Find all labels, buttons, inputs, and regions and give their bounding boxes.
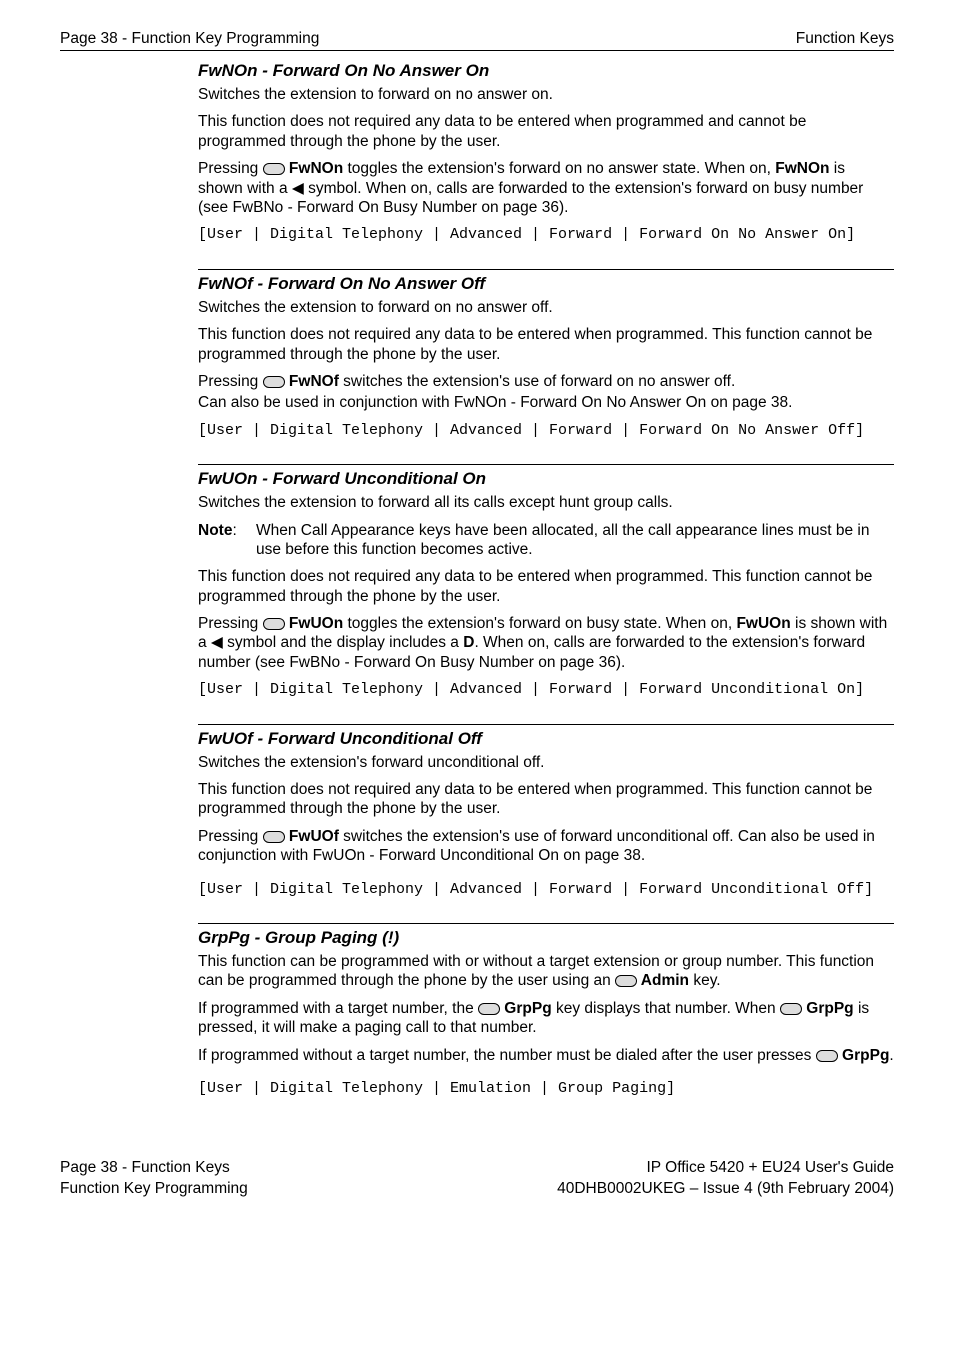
button-icon [263, 163, 285, 175]
section-title-fwnon: FwNOn - Forward On No Answer On [198, 61, 894, 81]
fwnon-p3: Pressing FwNOn toggles the extension's f… [198, 159, 894, 217]
fwuof-code: [User | Digital Telephony | Advanced | F… [198, 880, 894, 900]
fwnon-p1: Switches the extension to forward on no … [198, 85, 894, 104]
fwuon-p2: This function does not required any data… [198, 567, 894, 606]
footer-left1: Page 38 - Function Keys [60, 1158, 248, 1178]
fwuon-p1: Switches the extension to forward all it… [198, 493, 894, 512]
fwnof-p4: Can also be used in conjunction with FwN… [198, 393, 894, 412]
fwuon-code: [User | Digital Telephony | Advanced | F… [198, 680, 894, 700]
header-left: Page 38 - Function Key Programming [60, 30, 319, 48]
button-icon [615, 975, 637, 987]
fwuof-p3: Pressing FwUOf switches the extension's … [198, 827, 894, 866]
fwuof-p2: This function does not required any data… [198, 780, 894, 819]
header-right: Function Keys [796, 30, 894, 48]
fwnof-code: [User | Digital Telephony | Advanced | F… [198, 421, 894, 441]
grppg-p1: This function can be programmed with or … [198, 952, 894, 991]
fwnof-p3: Pressing FwNOf switches the extension's … [198, 372, 894, 391]
button-icon [780, 1003, 802, 1015]
fwuon-note: Note: When Call Appearance keys have bee… [198, 521, 894, 560]
section-title-fwnof: FwNOf - Forward On No Answer Off [198, 269, 894, 294]
fwnon-code: [User | Digital Telephony | Advanced | F… [198, 225, 894, 245]
fwuof-p1: Switches the extension's forward uncondi… [198, 753, 894, 772]
footer-left2: Function Key Programming [60, 1179, 248, 1199]
section-title-fwuof: FwUOf - Forward Unconditional Off [198, 724, 894, 749]
grppg-p3: If programmed without a target number, t… [198, 1046, 894, 1065]
page-header: Page 38 - Function Key Programming Funct… [60, 30, 894, 51]
grppg-code: [User | Digital Telephony | Emulation | … [198, 1079, 894, 1099]
fwuon-p3: Pressing FwUOn toggles the extension's f… [198, 614, 894, 672]
button-icon [263, 831, 285, 843]
fwnof-p2: This function does not required any data… [198, 325, 894, 364]
footer-right2: 40DHB0002UKEG – Issue 4 (9th February 20… [557, 1179, 894, 1199]
fwnon-p2: This function does not required any data… [198, 112, 894, 151]
footer-right1: IP Office 5420 + EU24 User's Guide [557, 1158, 894, 1178]
button-icon [478, 1003, 500, 1015]
section-title-fwuon: FwUOn - Forward Unconditional On [198, 464, 894, 489]
grppg-p2: If programmed with a target number, the … [198, 999, 894, 1038]
button-icon [263, 618, 285, 630]
section-title-grppg: GrpPg - Group Paging (!) [198, 923, 894, 948]
button-icon [263, 376, 285, 388]
content-area: FwNOn - Forward On No Answer On Switches… [60, 61, 894, 1098]
fwnof-p1: Switches the extension to forward on no … [198, 298, 894, 317]
page-footer: Page 38 - Function Keys Function Key Pro… [60, 1158, 894, 1198]
button-icon [816, 1050, 838, 1062]
